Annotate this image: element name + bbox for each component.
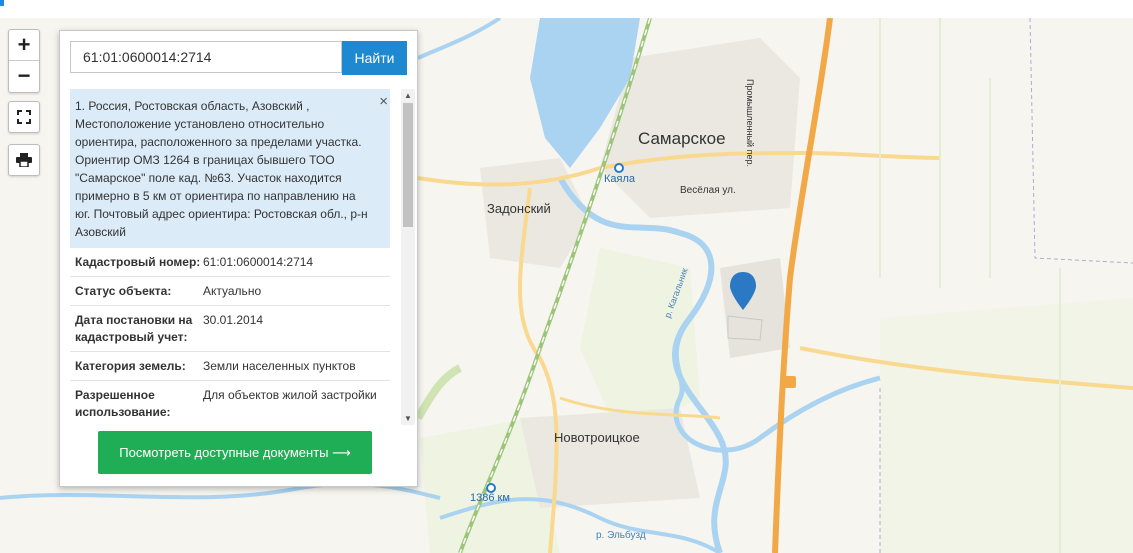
zoom-out-button[interactable]: − [9, 61, 39, 91]
info-row-key: Кадастровый номер: [75, 255, 201, 269]
info-row-key: Категория земель: [75, 359, 186, 373]
location-marker-icon[interactable] [732, 272, 756, 310]
map-label-samarskoe: Самарское [638, 129, 726, 148]
top-bar [0, 0, 1133, 18]
info-panel: 61:01:0600014:2714 Найти 1. Россия, Рост… [59, 30, 418, 487]
info-row-key: Разрешенное использование: [75, 388, 171, 419]
info-row-permitted-use: Разрешенное использование: Для объектов … [70, 381, 390, 425]
info-row-key: Дата постановки на кадастровый учет: [75, 313, 193, 344]
info-content: 1. Россия, Ростовская область, Азовский … [70, 89, 390, 425]
info-row-value: Для объектов жилой застройки [203, 388, 377, 402]
fullscreen-button[interactable] [8, 101, 40, 133]
scroll-down-icon[interactable]: ▼ [404, 414, 412, 423]
print-button[interactable] [8, 144, 40, 176]
info-row-cadastral-number: Кадастровый номер: 61:01:0600014:2714 [70, 248, 390, 277]
find-button[interactable]: Найти [342, 41, 407, 75]
address-text: 1. Россия, Ростовская область, Азовский … [75, 99, 368, 239]
info-row-value: 30.01.2014 [203, 313, 264, 327]
top-accent [0, 0, 4, 6]
map-label-novotroitskoe: Новотроицкое [554, 430, 640, 445]
info-row-value: Земли населенных пунктов [203, 359, 356, 373]
map-label-km1386: 1386 км [470, 492, 510, 504]
info-row-registration-date: Дата постановки на кадастровый учет: 30.… [70, 306, 390, 352]
address-block: 1. Россия, Ростовская область, Азовский … [70, 89, 390, 248]
info-row-value: Актуально [203, 284, 262, 298]
info-row-land-category: Категория земель: Земли населенных пункт… [70, 352, 390, 381]
zoom-in-button[interactable]: + [9, 30, 39, 60]
zoom-control: + − [8, 29, 40, 93]
map-label-promyshlenny: Промышленный пер. [744, 79, 755, 167]
view-documents-button[interactable]: Посмотреть доступные документы ⟶ [98, 431, 372, 474]
scroll-up-icon[interactable]: ▲ [404, 91, 412, 100]
printer-icon [16, 153, 32, 167]
map-label-kayala: Каяла [604, 173, 636, 185]
map-label-zadonsky: Задонский [487, 201, 551, 216]
close-icon[interactable]: × [379, 93, 388, 111]
info-row-key: Статус объекта: [75, 284, 172, 298]
scrollbar-thumb[interactable] [403, 103, 413, 227]
info-row-value: 61:01:0600014:2714 [203, 255, 314, 269]
map-label-elbuzd: р. Эльбузд [596, 530, 646, 541]
cadastral-search-input[interactable]: 61:01:0600014:2714 [70, 41, 342, 73]
info-row-status: Статус объекта: Актуально [70, 277, 390, 306]
map-label-veselaya: Весёлая ул. [680, 185, 736, 196]
info-scrollbar[interactable]: ▲ ▼ [401, 89, 415, 425]
fullscreen-icon [17, 110, 31, 124]
